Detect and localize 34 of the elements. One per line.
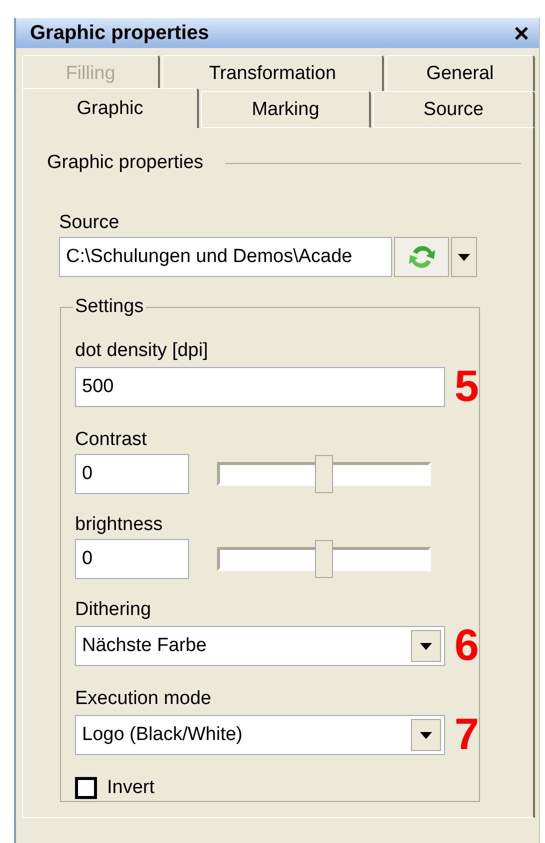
window-title: Graphic properties bbox=[30, 22, 209, 44]
dropdown-button[interactable] bbox=[451, 237, 477, 277]
field-label: Contrast bbox=[75, 429, 148, 451]
field-label: brightness bbox=[75, 514, 164, 536]
slider-thumb[interactable] bbox=[315, 540, 333, 578]
tab[interactable]: Graphic bbox=[22, 88, 199, 128]
field-label: Dithering bbox=[75, 599, 152, 621]
tab[interactable]: General bbox=[386, 55, 535, 91]
group-legend: Settings bbox=[73, 296, 146, 318]
input-field[interactable]: 0 bbox=[75, 539, 189, 579]
input-field[interactable]: 0 bbox=[75, 454, 189, 494]
field-label: Source bbox=[59, 212, 120, 234]
tab[interactable]: Transformation bbox=[162, 55, 384, 91]
field-label: dot density [dpi] bbox=[75, 340, 210, 362]
slider[interactable] bbox=[217, 540, 431, 578]
field-label: Execution mode bbox=[75, 688, 212, 710]
tab[interactable]: Marking bbox=[201, 91, 371, 128]
caret-icon bbox=[420, 642, 432, 650]
caret-icon bbox=[458, 254, 470, 260]
section-title: Graphic properties bbox=[47, 152, 204, 174]
input-field[interactable]: 500 bbox=[75, 367, 445, 407]
caret-icon bbox=[420, 732, 432, 738]
close-button[interactable]: × bbox=[514, 20, 529, 46]
checkbox-label: Invert bbox=[107, 777, 155, 799]
callout-number: 7 bbox=[454, 713, 479, 757]
tab[interactable]: Source bbox=[373, 91, 535, 128]
callout-number: 5 bbox=[454, 365, 479, 409]
source-field[interactable]: C:\Schulungen und Demos\Acade bbox=[59, 237, 392, 277]
slider[interactable] bbox=[217, 455, 431, 493]
dropdown[interactable]: Nächste Farbe bbox=[75, 626, 445, 666]
callout-number: 6 bbox=[454, 624, 479, 668]
dropdown[interactable]: Logo (Black/White) bbox=[75, 715, 445, 755]
slider-thumb[interactable] bbox=[315, 455, 333, 493]
checkbox[interactable] bbox=[75, 777, 97, 799]
